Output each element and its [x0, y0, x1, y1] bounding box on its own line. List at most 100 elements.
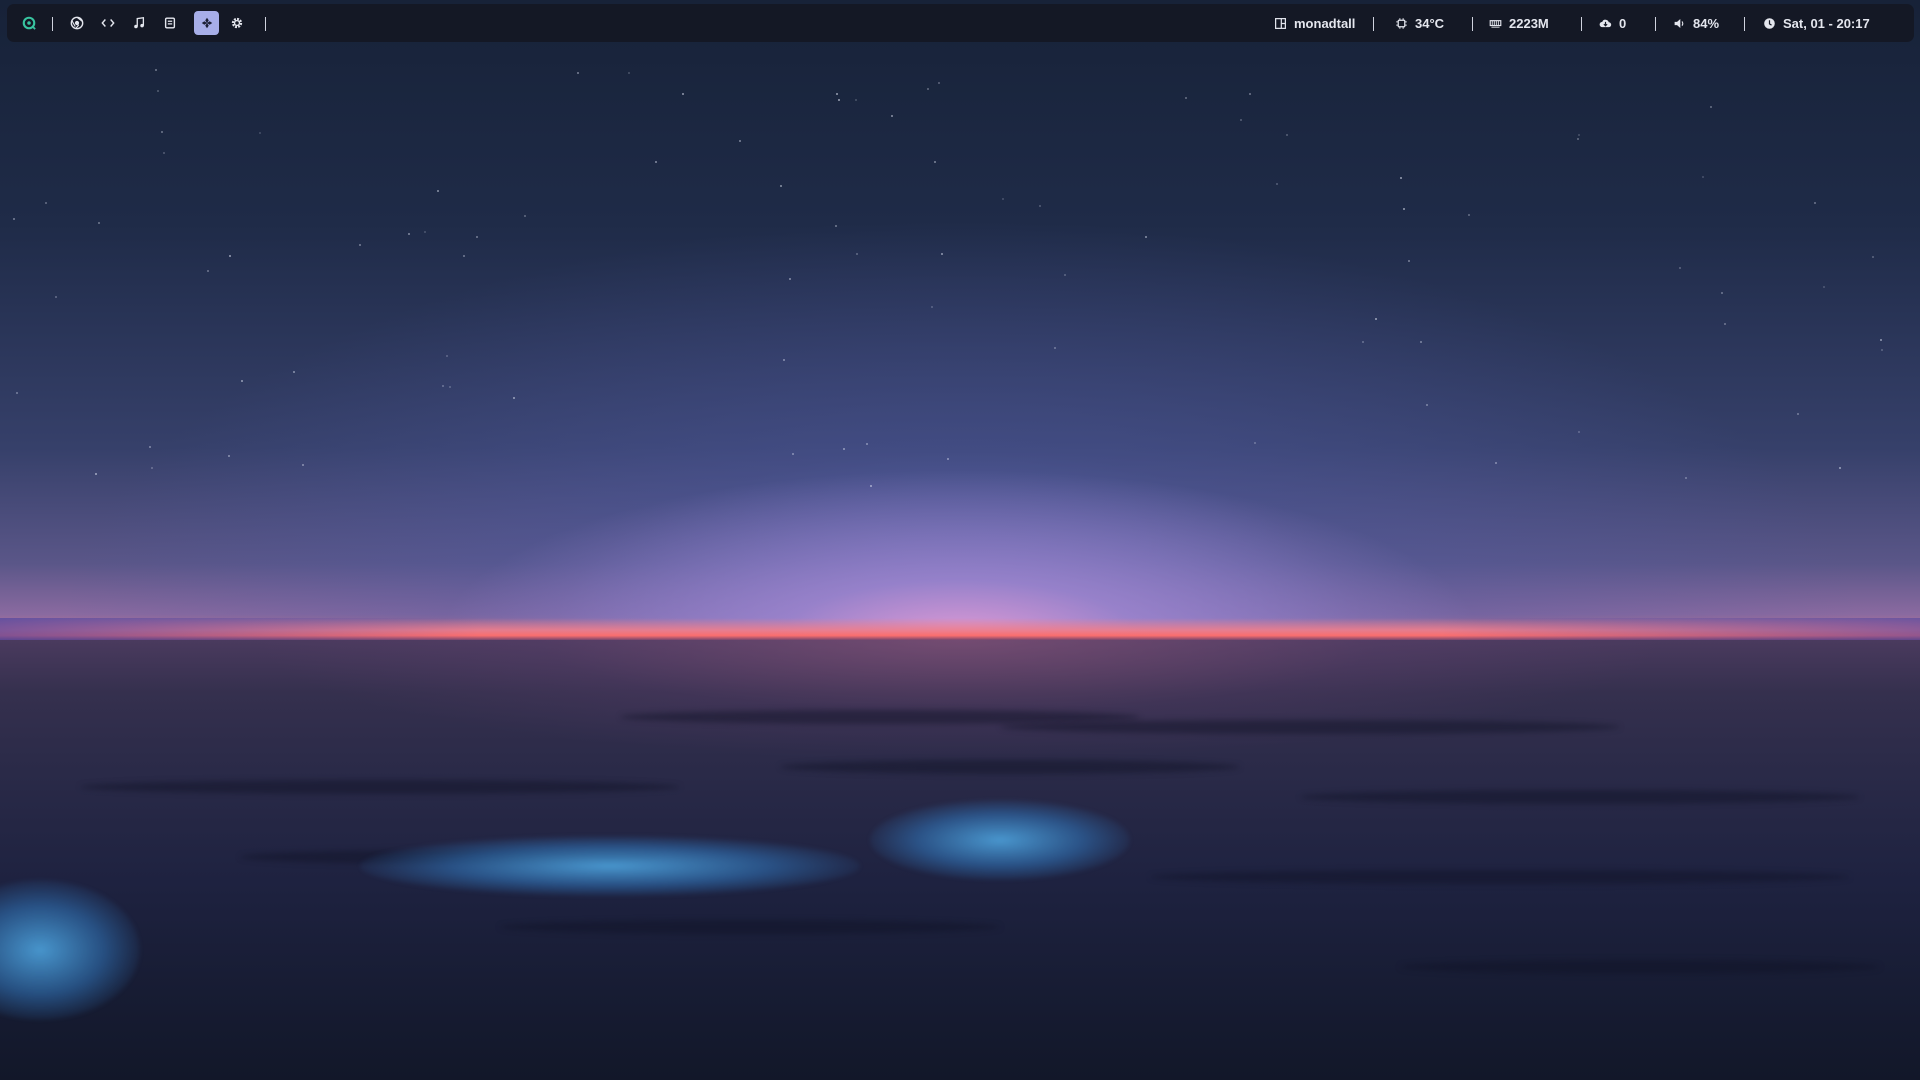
workspace-gamepad-active[interactable] — [194, 11, 219, 35]
star — [1276, 183, 1278, 185]
star — [1064, 274, 1066, 276]
star — [941, 253, 943, 255]
separator — [1655, 17, 1656, 31]
star — [95, 473, 97, 475]
star — [1468, 214, 1470, 216]
arch-logo-icon[interactable] — [19, 13, 39, 33]
star — [927, 88, 929, 90]
star — [302, 464, 304, 466]
star — [792, 453, 794, 455]
star — [739, 140, 741, 142]
cloud-download-icon — [1599, 17, 1612, 30]
star — [843, 448, 845, 450]
browser-icon[interactable] — [67, 13, 87, 33]
volume-widget[interactable]: 84% — [1673, 4, 1719, 42]
updates-widget[interactable]: 0 — [1599, 4, 1626, 42]
star — [835, 225, 837, 227]
star — [155, 69, 157, 71]
star — [408, 233, 410, 235]
star — [1685, 477, 1687, 479]
star — [1054, 347, 1056, 349]
separator — [1472, 17, 1473, 31]
code-icon[interactable] — [98, 13, 118, 33]
star — [13, 218, 15, 220]
star — [446, 355, 448, 357]
star — [789, 278, 791, 280]
volume-value: 84% — [1693, 15, 1720, 31]
star — [866, 443, 868, 445]
clock-value: Sat, 01 - 20:17 — [1783, 15, 1870, 31]
star — [1814, 202, 1816, 204]
wallpaper-sea — [0, 640, 1920, 1080]
desktop-wallpaper: monadtall 34°C 2223M 0 84% Sat, 01 - 20:… — [0, 0, 1920, 1080]
star — [938, 82, 940, 84]
star — [1880, 339, 1882, 341]
star — [1375, 318, 1377, 320]
star — [577, 72, 579, 74]
separator — [1581, 17, 1582, 31]
star — [1145, 236, 1147, 238]
layout-widget[interactable]: monadtall — [1274, 4, 1355, 42]
star — [259, 132, 261, 134]
star — [1495, 462, 1497, 464]
star — [1577, 138, 1579, 140]
separator — [1373, 17, 1374, 31]
star — [836, 93, 838, 95]
star — [1578, 431, 1580, 433]
star — [855, 99, 857, 101]
star — [1408, 260, 1410, 262]
temperature-widget: 34°C — [1395, 4, 1444, 42]
gear-icon[interactable] — [227, 13, 247, 33]
separator — [1744, 17, 1745, 31]
star — [628, 72, 630, 74]
star — [163, 152, 165, 154]
memory-widget: 2223M — [1489, 4, 1549, 42]
star — [780, 185, 782, 187]
star — [947, 458, 949, 460]
star — [1823, 286, 1825, 288]
volume-icon — [1673, 17, 1686, 30]
star — [891, 115, 893, 117]
star — [1710, 106, 1712, 108]
star — [151, 467, 153, 469]
star — [856, 253, 858, 255]
star — [157, 90, 159, 92]
files-icon[interactable] — [160, 13, 180, 33]
gamepad-icon — [200, 16, 214, 30]
star — [359, 244, 361, 246]
star — [1839, 467, 1841, 469]
star — [228, 455, 230, 457]
star — [207, 270, 209, 272]
star — [838, 99, 840, 101]
star — [1240, 119, 1242, 121]
star — [1721, 292, 1723, 294]
star — [1797, 413, 1799, 415]
star — [1002, 198, 1004, 200]
star — [45, 202, 47, 204]
star — [1578, 134, 1580, 136]
star — [1420, 341, 1422, 343]
star — [1400, 177, 1402, 179]
star — [449, 386, 451, 388]
topbar-right-section: monadtall 34°C 2223M 0 84% Sat, 01 - 20:… — [1274, 4, 1914, 42]
star — [1039, 205, 1041, 207]
star — [437, 190, 439, 192]
layout-name: monadtall — [1294, 15, 1356, 31]
separator — [265, 17, 266, 31]
clock-widget[interactable]: Sat, 01 - 20:17 — [1763, 4, 1870, 42]
updates-count: 0 — [1619, 15, 1627, 31]
star — [229, 255, 231, 257]
star — [442, 385, 444, 387]
star — [655, 161, 657, 163]
star — [1702, 176, 1704, 178]
memory-value: 2223M — [1509, 15, 1549, 31]
music-icon[interactable] — [129, 13, 149, 33]
star — [513, 397, 515, 399]
star — [1249, 93, 1251, 95]
separator — [52, 17, 53, 31]
star — [1872, 256, 1874, 258]
star — [1185, 97, 1187, 99]
clock-icon — [1763, 17, 1776, 30]
star — [870, 485, 872, 487]
star — [55, 296, 57, 298]
